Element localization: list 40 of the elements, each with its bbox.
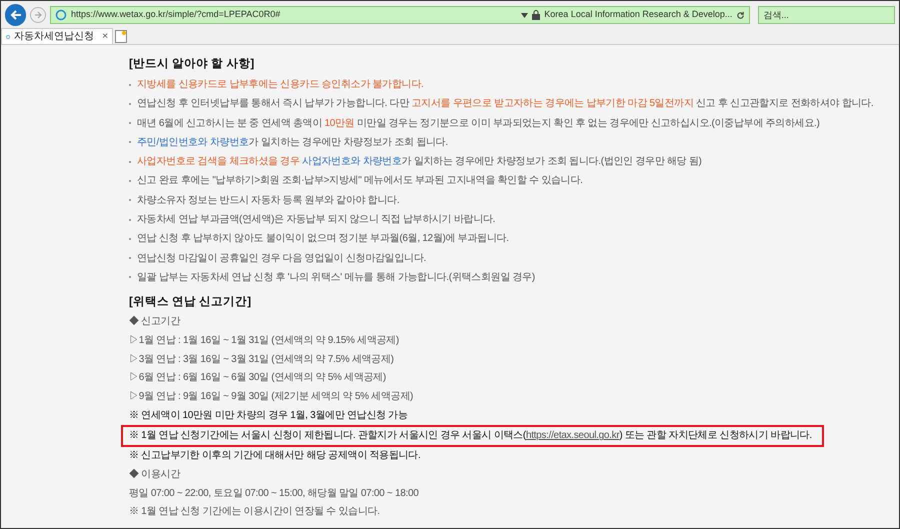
address-bar[interactable]: https://www.wetax.go.kr/simple/?cmd=LPEPAC0R0# Korea Local Information Research & Develop... — [50, 6, 750, 24]
notice-item: 연납신청 후 인터넷납부를 통해서 즉시 납부가 가능합니다. 다만 고지서를 우편으로 받고자하는 경우에는 납부기한 마감 5일전까지 신고 후 신고관할지로 전화하셔야 합니다. — [137, 97, 874, 112]
note-line: ※ 신고납부기한 이후의 기간에 대해서만 해당 공제액이 적용됩니다. — [129, 449, 422, 464]
back-arrow-icon — [10, 9, 22, 21]
notice-item: 사업자번호로 검색을 체크하셨을 경우 사업자번호와 차량번호가 일치하는 경우에만 차량정보가 조회 됩니다.(법인인 경우만 해당 됨) — [137, 155, 702, 170]
forward-arrow-icon — [34, 11, 42, 19]
info-line: ※ 1월 연납 신청 기간에는 이용시간이 연장될 수 있습니다. — [129, 505, 381, 520]
info-line: 평일 07:00 ~ 22:00, 토요일 07:00 ~ 15:00, 해당월 말일 07:00 ~ 18:00 — [129, 486, 420, 501]
lock-icon — [532, 10, 540, 20]
info-line: ▷9월 연납 : 9월 16일 ~ 9월 30일 (제2기분 세액의 약 5% 세액공제) — [129, 390, 414, 404]
notice-item: 차량소유자 정보는 반드시 자동차 등록 원부와 같아야 합니다. — [137, 194, 400, 208]
search-field[interactable]: 검색... — [758, 6, 895, 24]
new-tab-icon[interactable] — [115, 30, 127, 43]
notice-item: 일괄 납부는 자동차세 연납 신청 후 '나의 위택스' 메뉴를 통해 가능합니다.(위택스회원일 경우) — [137, 270, 535, 285]
page-icon — [55, 9, 68, 21]
back-button[interactable] — [5, 4, 26, 26]
refresh-icon[interactable] — [736, 10, 746, 20]
info-line: ▷3월 연납 : 3월 16일 ~ 3월 31일 (연세액의 약 7.5% 세액공제) — [129, 352, 395, 367]
note-line: ※ 연세액이 10만원 미만 차량의 경우 1월, 3월에만 연납신청 가능 — [129, 408, 409, 423]
subheading: ◆ 신고기간 — [129, 315, 182, 330]
etax-link[interactable]: https://etax.seoul.go.kr — [526, 430, 620, 442]
tab-close-button[interactable]: × — [102, 29, 108, 44]
subheading: ◆ 이용시간 — [129, 468, 182, 482]
site-identity-text: Korea Local Information Research & Develop... — [544, 8, 732, 22]
notice-item: 연납신청 마감일이 공휴일인 경우 다음 영업일이 신청마감일입니다. — [137, 252, 426, 266]
tab-title: 자동차세연납신청 — [14, 30, 94, 44]
section-heading: [위택스 연납 신고기간] — [129, 295, 252, 310]
notice-item: 자동차세 연납 부과금액(연세액)은 자동납부 되지 않으니 직접 납부하시기 바랍니다. — [137, 213, 496, 228]
notice-item: 신고 완료 후에는 "납부하기>회원 조회·납부>지방세" 메뉴에서도 부과된 고지내역을 확인할 수 있습니다. — [137, 174, 583, 188]
notice-item: 연납 신청 후 납부하지 않아도 불이익이 없으며 정기분 부과월(6월, 12월)에 부과됩니다. — [137, 232, 509, 246]
browser-tab[interactable]: 자동차세연납신청 × — [1, 28, 113, 44]
section-heading: [반드시 알아야 할 사항] — [129, 57, 256, 72]
highlighted-notice: ※ 1월 연납 신청기간에는 서울시 신청이 제한됩니다. 관할지가 서울시인 경우 서울시 이택스(https://etax.seoul.go.kr) 또는 관할 자치단체로 신청하시기 바랍니다. — [121, 425, 824, 448]
notice-item: 지방세를 신용카드로 납부후에는 신용카드 승인취소가 불가합니다. — [137, 78, 424, 92]
notice-item: 매년 6월에 신고하시는 분 중 연세액 총액이 10만원 미만일 경우는 정기분으로 이미 부과되었는지 확인 후 없는 경우에만 신고하십시오.(이중납부에 주의하세요.) — [137, 116, 820, 131]
dropdown-caret-icon[interactable] — [521, 12, 528, 18]
notice-item: 주민/법인번호와 차량번호가 일치하는 경우에만 차량정보가 조회 됩니다. — [137, 136, 448, 150]
url-text: https://www.wetax.go.kr/simple/?cmd=LPEPAC0R0# — [71, 8, 280, 22]
info-line: ▷1월 연납 : 1월 16일 ~ 1월 31일 (연세액의 약 9.15% 세액공제) — [129, 334, 400, 348]
info-line: ▷6월 연납 : 6월 16일 ~ 6월 30일 (연세액의 약 5% 세액공제) — [129, 371, 387, 386]
